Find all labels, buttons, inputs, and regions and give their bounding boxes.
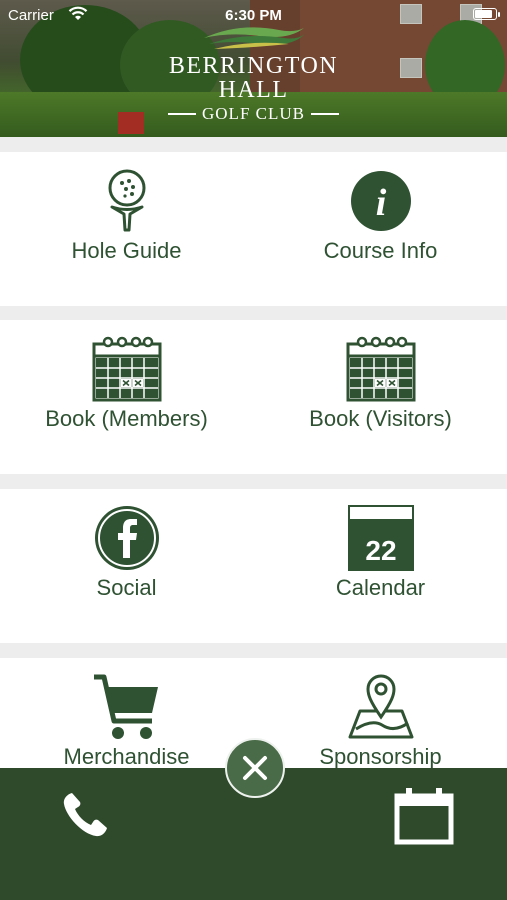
tile-label: Book (Members) [45, 406, 208, 431]
logo-line-2: HALL [218, 77, 289, 103]
close-icon [243, 756, 267, 780]
tile-course-info[interactable]: i Course Info [254, 152, 507, 306]
logo-line-3: GOLF CLUB [202, 104, 305, 123]
status-bar: Carrier 6:30 PM [0, 0, 507, 30]
info-icon: i [254, 166, 507, 236]
menu-row: Book (Members) Book (Visitors) [0, 320, 507, 474]
battery-level [475, 10, 493, 18]
map-pin-icon [254, 672, 507, 742]
logo-dash [310, 113, 339, 115]
tile-calendar[interactable]: 22 Calendar [254, 489, 507, 643]
club-logo: BERRINGTON HALL GOLF CLUB [0, 22, 507, 124]
facebook-icon [0, 503, 253, 573]
tile-book-visitors[interactable]: Book (Visitors) [254, 320, 507, 474]
booking-calendar-icon [0, 334, 253, 404]
tile-label: Course Info [323, 238, 438, 263]
golf-ball-tee-icon [0, 166, 253, 236]
tile-social[interactable]: Social [0, 489, 253, 643]
cart-icon [0, 672, 253, 742]
logo-line-1: BERRINGTON [168, 53, 339, 79]
menu-row: Hole Guide i Course Info [0, 152, 507, 306]
battery-icon [473, 8, 500, 20]
clock: 6:30 PM [225, 7, 282, 24]
tile-label: Calendar [335, 575, 426, 600]
logo-dash [168, 113, 196, 115]
svg-text:i: i [375, 182, 386, 224]
tile-label: Book (Visitors) [309, 406, 452, 431]
tile-label: Sponsorship [319, 744, 442, 769]
tile-book-members[interactable]: Book (Members) [0, 320, 253, 474]
tile-hole-guide[interactable]: Hole Guide [0, 152, 253, 306]
phone-icon[interactable] [60, 790, 110, 845]
booking-calendar-icon [254, 334, 507, 404]
logo-line-3-row: GOLF CLUB [0, 104, 507, 124]
tile-label: Merchandise [63, 744, 190, 769]
calendar-day-number: 22 [365, 535, 396, 566]
calendar-icon: 22 [254, 503, 507, 573]
menu-row: Social 22 Calendar [0, 489, 507, 643]
close-button[interactable] [225, 738, 285, 798]
tile-label: Social [96, 575, 157, 600]
calendar-icon[interactable] [394, 786, 454, 851]
tile-label: Hole Guide [71, 238, 182, 263]
